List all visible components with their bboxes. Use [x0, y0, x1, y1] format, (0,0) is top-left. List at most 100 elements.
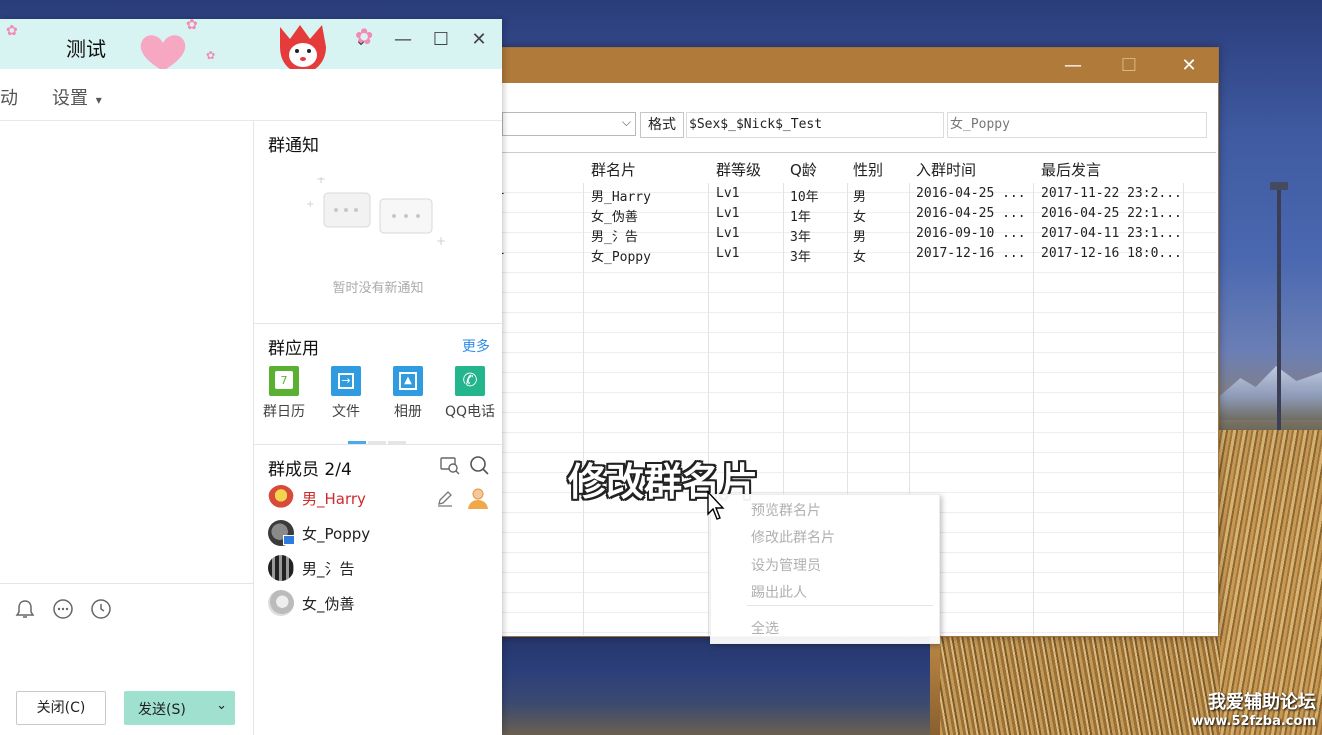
table-cell: 2016-04-25 ...	[916, 206, 1026, 221]
table-cell: Lv1	[716, 226, 740, 241]
flower-icon: ✿	[206, 49, 216, 62]
menu-item-select-all[interactable]: 全选	[751, 618, 779, 638]
chat-nav: 动 设置 ▾	[0, 69, 502, 121]
divider	[254, 444, 502, 445]
watermark-title: 我爱辅助论坛	[1208, 692, 1316, 713]
apps-pager[interactable]	[348, 432, 408, 448]
column-header[interactable]: 入群时间	[916, 159, 976, 180]
file-icon: →	[331, 366, 361, 396]
app-album[interactable]: ▲ 相册	[378, 366, 438, 421]
chat-search-icon[interactable]	[440, 455, 460, 475]
app-qq-call[interactable]: ✆ QQ电话	[440, 366, 500, 421]
owner-icon	[468, 488, 488, 509]
bell-icon[interactable]	[14, 598, 36, 620]
heart-icon	[140, 35, 186, 69]
tab-settings-label: 设置	[52, 88, 88, 109]
clock-icon[interactable]	[90, 598, 112, 620]
chevron-down-icon[interactable]: ⌄	[348, 33, 374, 49]
format-input[interactable]: $Sex$_$Nick$_Test	[686, 112, 944, 138]
mountains	[1220, 366, 1322, 420]
member-item[interactable]: 男_氵告	[268, 555, 498, 583]
table-cell: 1年	[790, 210, 811, 225]
menu-item-edit-card[interactable]: 修改此群名片	[751, 527, 835, 547]
lake	[500, 630, 930, 735]
edit-icon[interactable]	[436, 489, 454, 507]
minimize-icon[interactable]: —	[390, 29, 416, 50]
apps-title: 群应用	[268, 339, 319, 359]
table-row[interactable]: - 男_Harry Lv1 10年 男 2016-04-25 ... 2017-…	[498, 185, 1216, 205]
qq-group-chat-window[interactable]: ✿ ✿ ✿ ✿ 测试 ⌄ — ☐ ✕ 动 设置 ▾ 关闭(C) 发送(S) ⌄ …	[0, 19, 502, 735]
maximize-icon[interactable]: ☐	[428, 29, 454, 50]
photo-icon: ▲	[393, 366, 423, 396]
close-icon[interactable]: ✕	[466, 29, 492, 50]
empty-notice-icon: + + +	[306, 177, 446, 248]
table-cell: 男_Harry	[591, 190, 651, 205]
column-header[interactable]: 性别	[853, 159, 883, 180]
column-header[interactable]: 群名片	[591, 159, 636, 180]
tab-settings[interactable]: 设置 ▾	[52, 84, 102, 110]
table-row[interactable]: 女_伪善 Lv1 1年 女 2016-04-25 ... 2016-04-25 …	[498, 205, 1216, 225]
format-label: 格式	[640, 112, 684, 138]
flower-icon: ✿	[6, 23, 18, 39]
table-cell: Lv1	[716, 246, 740, 261]
send-button-label: 发送(S)	[138, 702, 186, 718]
app-files[interactable]: → 文件	[316, 366, 376, 421]
tool-title-bar[interactable]: — ☐ ✕	[498, 48, 1218, 83]
app-calendar[interactable]: 7 群日历	[254, 366, 314, 421]
table-cell: 女	[853, 250, 867, 265]
table-cell: 10年	[790, 190, 819, 205]
table-cell: 女_伪善	[591, 210, 638, 225]
table-cell: 女_Poppy	[591, 250, 651, 265]
member-item[interactable]: 女_Poppy	[268, 520, 498, 548]
members-title: 群成员 2/4	[268, 460, 352, 480]
tool-toolbar: ⌵ 格式 $Sex$_$Nick$_Test 女_Poppy	[498, 110, 1218, 142]
more-icon[interactable]	[52, 598, 74, 620]
column-header[interactable]: 群等级	[716, 159, 761, 180]
menu-item-kick[interactable]: 踢出此人	[751, 582, 807, 602]
close-icon[interactable]: ✕	[1174, 54, 1204, 78]
table-cell: 男_氵告	[591, 230, 638, 245]
table-cell: 男	[853, 230, 867, 245]
column-header[interactable]: 最后发言	[1041, 159, 1101, 180]
device-icon	[283, 535, 295, 545]
qq-title-bar[interactable]: ✿ ✿ ✿ ✿ 测试 ⌄ — ☐ ✕	[0, 19, 502, 69]
search-icon[interactable]	[468, 454, 490, 476]
notice-title: 群通知	[268, 136, 319, 156]
caret-down-icon: ▾	[95, 93, 102, 107]
close-button[interactable]: 关闭(C)	[16, 691, 106, 725]
column-header[interactable]: Q龄	[790, 159, 817, 180]
calendar-icon: 7	[269, 366, 299, 396]
table-cell: 2017-12-16 ...	[916, 246, 1026, 261]
watermark-url: www.52fzba.com	[1191, 714, 1316, 729]
chat-area[interactable]: 关闭(C) 发送(S) ⌄	[0, 121, 254, 735]
member-item[interactable]: 男_Harry	[268, 485, 498, 513]
svg-text:+: +	[306, 199, 314, 210]
menu-item-set-admin[interactable]: 设为管理员	[751, 555, 821, 575]
send-button[interactable]: 发送(S) ⌄	[124, 691, 235, 725]
chevron-down-icon[interactable]: ⌵	[622, 115, 631, 130]
svg-text:+: +	[316, 177, 326, 186]
app-label: 文件	[332, 404, 360, 420]
mascot-icon	[280, 25, 326, 69]
group-select-combo[interactable]: ⌵	[502, 112, 636, 136]
table-row[interactable]: 男_氵告 Lv1 3年 男 2016-09-10 ... 2017-04-11 …	[498, 225, 1216, 245]
apps-more-link[interactable]: 更多	[462, 336, 490, 356]
tab-activity[interactable]: 动	[0, 84, 18, 110]
table-row[interactable]: - 女_Poppy Lv1 3年 女 2017-12-16 ... 2017-1…	[498, 245, 1216, 265]
table-header: 群名片 群等级 Q龄 性别 入群时间 最后发言	[498, 153, 1216, 183]
menu-item-preview-card[interactable]: 预览群名片	[751, 500, 821, 520]
app-label: 相册	[394, 404, 422, 420]
member-name: 女_伪善	[302, 595, 355, 613]
minimize-icon[interactable]: —	[1058, 54, 1088, 78]
member-item[interactable]: 女_伪善	[268, 590, 498, 618]
avatar	[268, 590, 294, 616]
site-watermark: 我爱辅助论坛 www.52fzba.com	[1191, 688, 1316, 729]
maximize-icon[interactable]: ☐	[1114, 54, 1144, 78]
grass-field-foreground	[940, 636, 1220, 735]
avatar	[268, 555, 294, 581]
menu-separator	[747, 605, 933, 606]
input-toolbar	[0, 583, 254, 631]
send-options-icon[interactable]: ⌄	[216, 698, 227, 713]
preview-input[interactable]: 女_Poppy	[947, 112, 1207, 138]
light-pole	[1277, 190, 1281, 430]
